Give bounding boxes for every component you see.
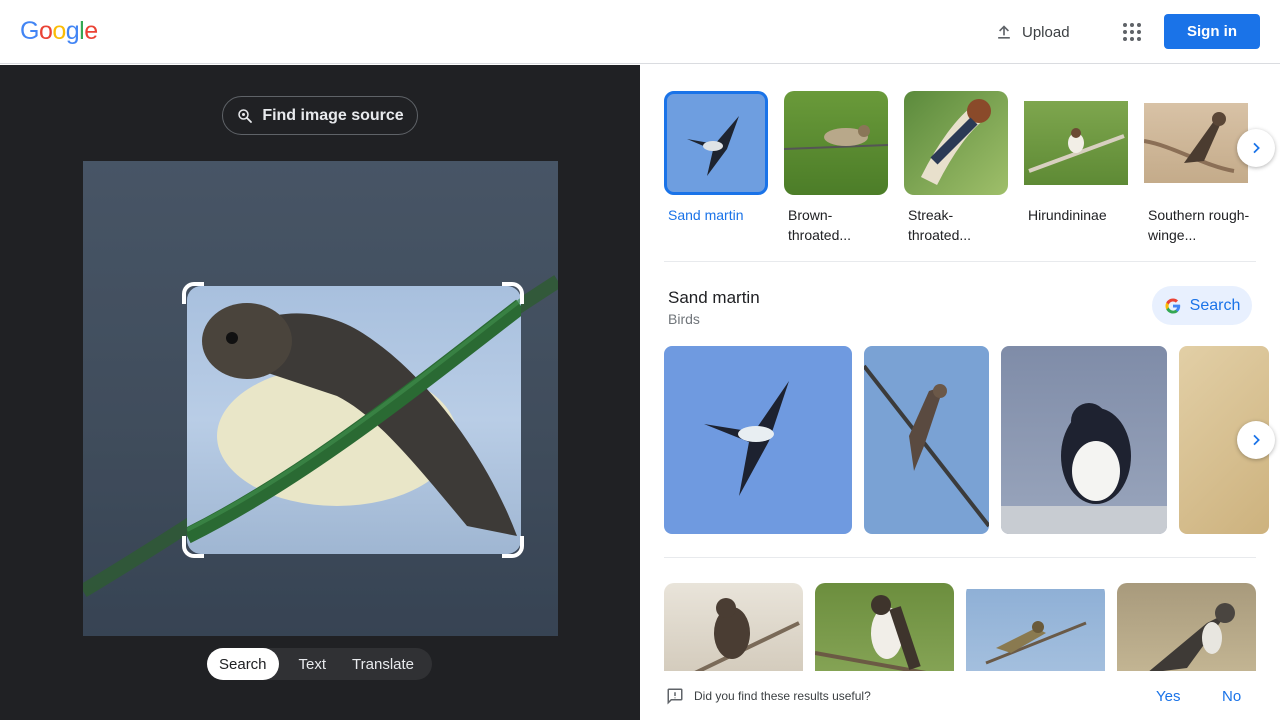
upload-icon <box>998 25 1010 39</box>
feedback-icon <box>667 688 683 705</box>
google-logo[interactable]: Google <box>20 17 98 46</box>
divider <box>664 261 1256 262</box>
logo-letter-2: o <box>52 17 66 45</box>
query-image[interactable] <box>83 161 558 636</box>
gallery-image[interactable] <box>864 346 989 534</box>
chevron-right-icon <box>1253 142 1260 154</box>
header: Google Upload Sign in <box>0 0 1280 64</box>
crop-handle-top-right[interactable] <box>502 282 524 304</box>
chevron-right-icon <box>1253 434 1260 446</box>
entity-subtitle: Birds <box>668 311 700 327</box>
category-label: Brown-throated... <box>788 207 852 243</box>
category-label: Southern rough-winge... <box>1148 207 1250 243</box>
google-g-icon <box>1165 298 1180 313</box>
lens-mode-switcher: Search Text Translate <box>207 648 432 680</box>
category-label: Streak-throated... <box>908 207 972 243</box>
category-hirundininae[interactable]: Hirundininae <box>1024 91 1132 245</box>
feedback-bar: Did you find these results useful? Yes N… <box>640 671 1280 720</box>
logo-letter-0: G <box>20 17 39 45</box>
category-southern-rough-winged[interactable]: Southern rough-winge... <box>1144 91 1252 245</box>
upload-button[interactable]: Upload <box>984 14 1080 50</box>
category-thumbnail <box>1144 91 1248 195</box>
results-panel: Sand martin Brown-throated... Streak-thr… <box>640 65 1280 720</box>
upload-label: Upload <box>1022 23 1070 41</box>
logo-letter-3: g <box>65 17 80 45</box>
category-thumbnail <box>784 91 888 195</box>
category-thumbnail <box>664 91 768 195</box>
entity-search-button[interactable]: Search <box>1152 286 1252 325</box>
mode-translate[interactable]: Translate <box>340 648 426 680</box>
bird-illustration <box>187 298 521 544</box>
feedback-question: Did you find these results useful? <box>694 689 871 703</box>
gallery-image[interactable] <box>1001 346 1167 534</box>
entity-search-label: Search <box>1189 296 1241 314</box>
lens-search-icon <box>238 108 253 123</box>
category-next-button[interactable] <box>1237 129 1275 167</box>
find-image-source-button[interactable]: Find image source <box>222 96 418 135</box>
category-sand-martin[interactable]: Sand martin <box>664 91 772 245</box>
lens-image-panel: Find image source Search Text Translate <box>0 65 640 720</box>
feedback-no-button[interactable]: No <box>1222 688 1241 705</box>
category-brown-throated[interactable]: Brown-throated... <box>784 91 892 245</box>
sign-in-button[interactable]: Sign in <box>1164 14 1260 49</box>
category-label: Hirundininae <box>1028 207 1107 223</box>
divider <box>664 557 1256 558</box>
crop-handle-top-left[interactable] <box>182 282 204 304</box>
crop-handle-bottom-left[interactable] <box>182 536 204 558</box>
category-thumbnail <box>904 91 1008 195</box>
mode-text[interactable]: Text <box>279 648 341 680</box>
logo-letter-5: e <box>84 17 98 45</box>
gallery-next-button[interactable] <box>1237 421 1275 459</box>
category-label: Sand martin <box>668 207 744 223</box>
crop-region[interactable] <box>187 286 521 554</box>
find-image-source-label: Find image source <box>262 106 404 124</box>
feedback-yes-button[interactable]: Yes <box>1156 688 1180 705</box>
logo-letter-1: o <box>38 17 53 45</box>
category-thumbnail <box>1024 91 1128 195</box>
category-streak-throated[interactable]: Streak-throated... <box>904 91 1012 245</box>
gallery-image[interactable] <box>664 346 852 534</box>
category-carousel: Sand martin Brown-throated... Streak-thr… <box>664 91 1252 245</box>
mode-search[interactable]: Search <box>207 648 279 680</box>
apps-grid-icon[interactable] <box>1116 16 1148 48</box>
entity-title: Sand martin <box>668 288 760 307</box>
